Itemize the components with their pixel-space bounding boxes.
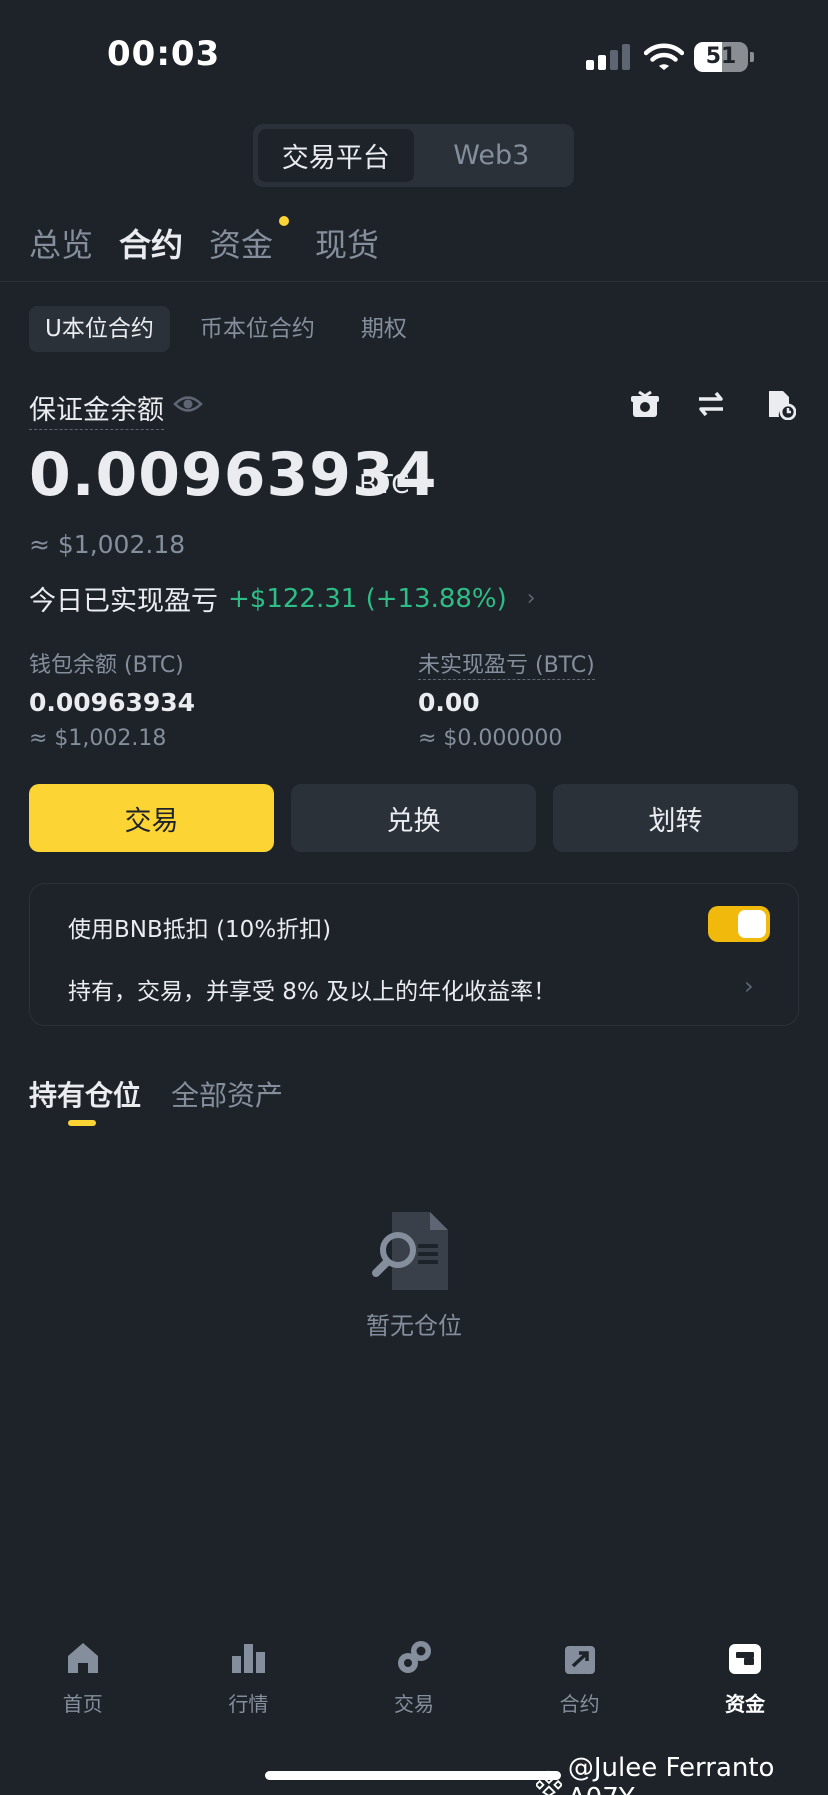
tab-overview[interactable]: 总览 [29,220,93,266]
notification-dot [279,216,290,226]
chevron-right-icon: › [744,972,754,1000]
tab-all-assets[interactable]: 全部资产 [171,1074,283,1114]
wallet-balance-label: 钱包余额 (BTC) [29,653,184,678]
battery-percent: 51 [705,44,737,69]
watermark: @Julee Ferranto A07Y [536,1753,828,1795]
tab-spot[interactable]: 现货 [315,220,379,266]
wifi-icon [644,43,684,70]
gift-icon[interactable] [629,388,661,420]
caret-down-icon [419,481,434,489]
status-time: 00:03 [107,34,221,74]
today-pnl-value: +$122.31 (+13.88%) [228,583,507,614]
history-document-icon[interactable] [764,388,796,420]
eye-icon[interactable] [173,393,203,415]
convert-button[interactable]: 兑换 [291,784,536,852]
nav-markets[interactable]: 行情 [166,1640,332,1730]
main-tabs: 总览 合约 资金 现货 [29,216,405,266]
transfer-arrows-icon[interactable] [695,388,727,420]
wallet-balance-value: 0.00963934 [29,688,196,717]
home-icon [67,1643,98,1673]
bnb-discount-toggle[interactable] [708,906,770,942]
home-indicator [265,1771,561,1780]
battery-indicator: 51 [694,42,754,72]
tab-funding[interactable]: 资金 [209,216,290,266]
platform-tab-exchange[interactable]: 交易平台 [258,129,414,182]
active-tab-indicator [68,1120,96,1126]
nav-home-label: 首页 [62,1692,103,1716]
tabs-divider [0,281,828,282]
tab-futures[interactable]: 合约 [119,220,183,266]
watermark-text: @Julee Ferranto A07Y [567,1753,775,1795]
bnb-discount-label: 使用BNB抵扣 (10%折扣) [68,917,332,943]
balance-unit: BTC [359,470,410,500]
nav-home[interactable]: 首页 [0,1640,166,1730]
platform-switch[interactable]: 交易平台 Web3 [253,124,574,187]
platform-tab-web3[interactable]: Web3 [414,129,570,182]
wallet-icon [729,1644,762,1674]
unrealized-pnl-label[interactable]: 未实现盈亏 (BTC) [418,647,595,680]
subtab-options[interactable]: 期权 [345,306,423,352]
unrealized-pnl-approx: ≈ $0.000000 [418,726,563,751]
nav-futures-label: 合约 [559,1692,600,1716]
empty-search-document-icon [372,1212,448,1290]
bottom-nav: 首页 行情 交易 合约 资金 [0,1640,828,1730]
bnb-earn-promo-link[interactable]: 持有，交易，并享受 8% 及以上的年化收益率！ [68,972,556,1006]
sub-tabs: U本位合约 币本位合约 期权 [29,306,437,352]
margin-balance-label[interactable]: 保证金余额 [29,388,164,430]
subtab-coinm-futures[interactable]: 币本位合约 [184,306,331,352]
empty-state-text: 暂无仓位 [366,1312,462,1340]
futures-icon [564,1646,595,1674]
nav-wallet[interactable]: 资金 [662,1640,828,1730]
trade-icon [397,1641,431,1673]
today-pnl-label: 今日已实现盈亏 [29,586,218,617]
binance-logo-icon [536,1770,562,1795]
nav-wallet-label: 资金 [725,1692,766,1716]
nav-markets-label: 行情 [228,1692,269,1716]
subtab-usdm-futures[interactable]: U本位合约 [29,306,170,352]
wallet-balance-approx: ≈ $1,002.18 [29,726,167,751]
tab-funding-label: 资金 [209,226,274,264]
tab-positions[interactable]: 持有仓位 [29,1074,141,1114]
balance-usd-approx: ≈ $1,002.18 [29,530,186,559]
nav-futures[interactable]: 合约 [497,1640,663,1730]
chevron-right-icon: › [526,586,536,611]
balance-unit-selector[interactable]: BTC [359,470,434,500]
nav-trade[interactable]: 交易 [331,1640,497,1730]
cellular-signal-icon [586,44,630,70]
trade-button[interactable]: 交易 [29,784,274,852]
today-pnl-row[interactable]: 今日已实现盈亏 +$122.31 (+13.88%) › [29,579,536,618]
nav-trade-label: 交易 [393,1692,434,1716]
positions-tabs: 持有仓位 全部资产 [29,1074,313,1114]
transfer-button[interactable]: 划转 [553,784,798,852]
markets-icon [232,1644,266,1673]
unrealized-pnl-value: 0.00 [418,688,480,717]
